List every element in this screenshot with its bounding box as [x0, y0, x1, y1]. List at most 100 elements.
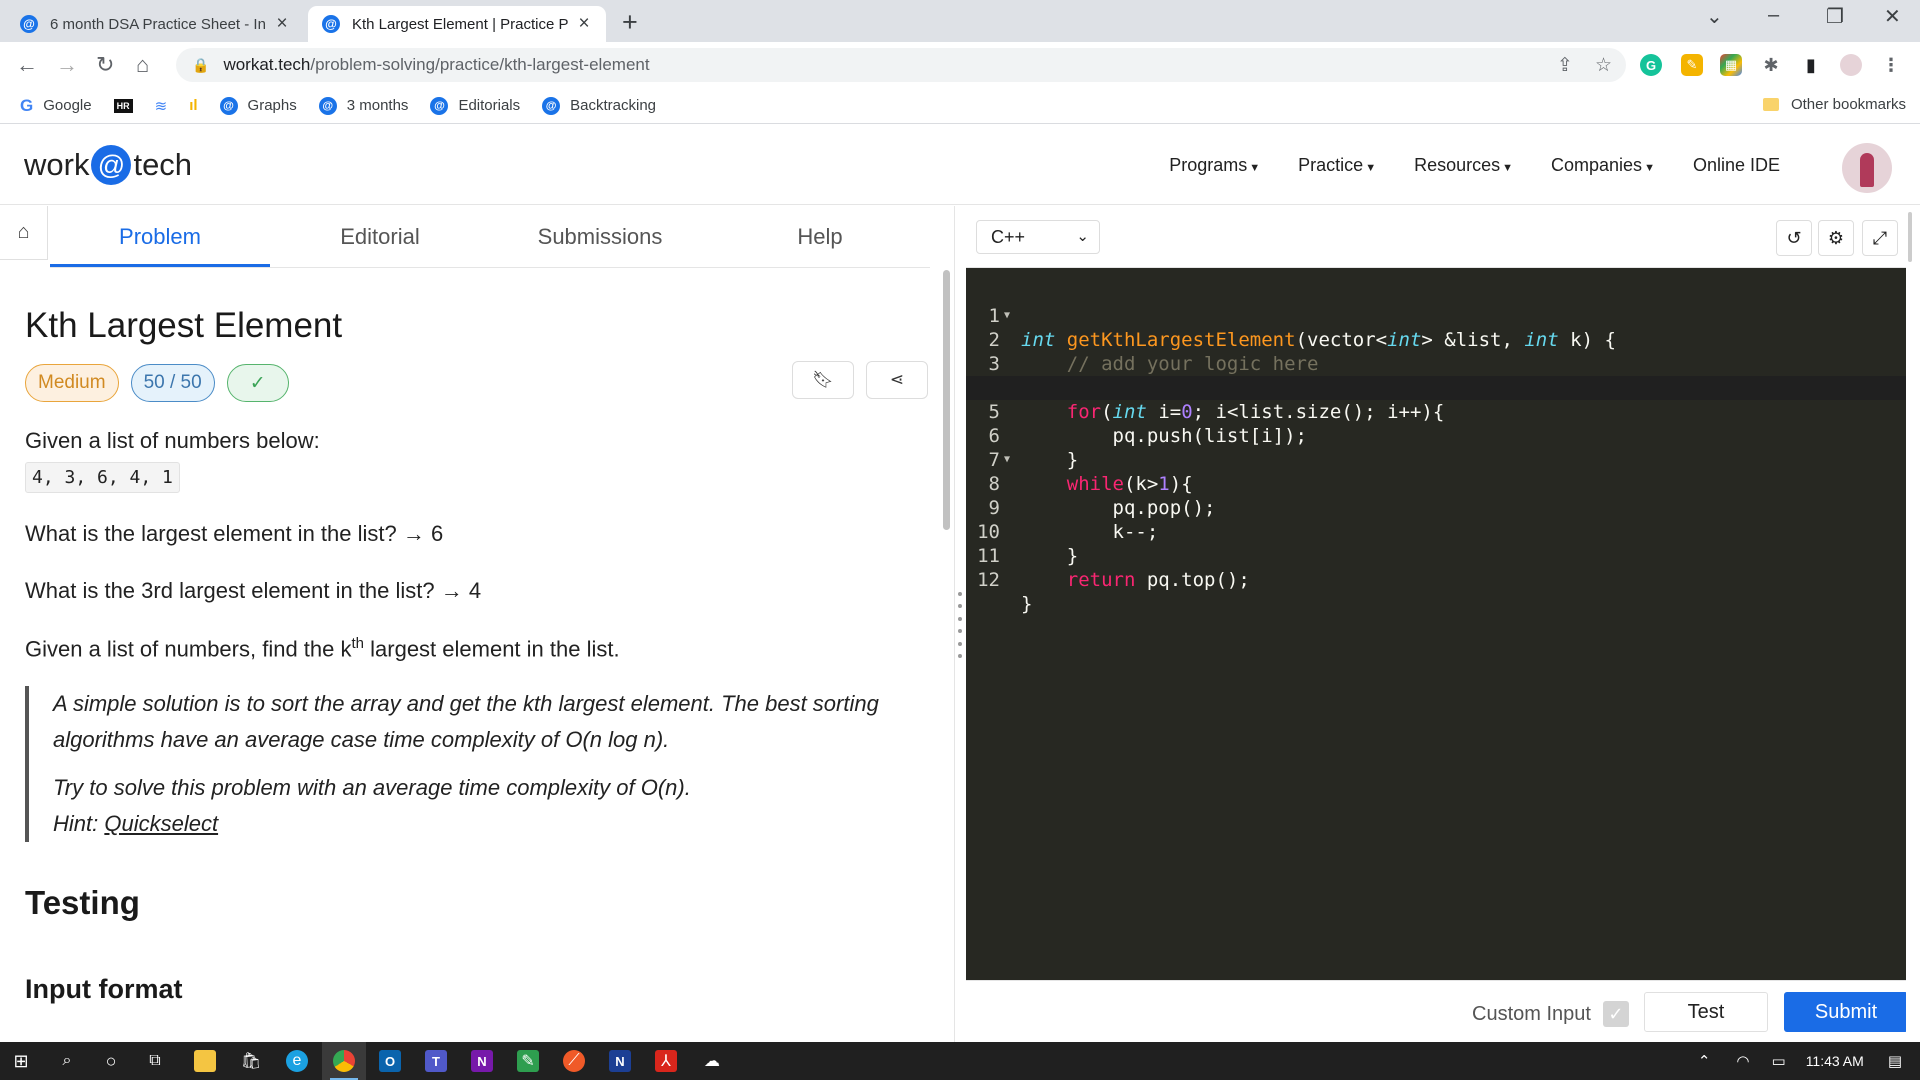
file-explorer-icon[interactable] — [194, 1050, 216, 1072]
bookmark-google[interactable]: G Google — [20, 96, 92, 116]
language-select[interactable]: C++ ⌄ — [976, 220, 1100, 254]
chrome-icon[interactable] — [333, 1050, 355, 1072]
other-bookmarks[interactable]: Other bookmarks — [1762, 96, 1906, 113]
close-icon[interactable]: × — [272, 13, 292, 35]
n-app-icon[interactable]: N — [609, 1050, 631, 1072]
tab-help[interactable]: Help — [710, 206, 930, 267]
tab-problem[interactable]: Problem — [50, 206, 270, 267]
problem-tabs: Problem Editorial Submissions Help — [50, 206, 930, 268]
edge-icon[interactable]: e — [286, 1050, 308, 1072]
score-badge: 50 / 50 — [130, 364, 215, 402]
close-icon[interactable]: × — [574, 13, 594, 35]
reset-code-icon[interactable]: ↺ — [1776, 220, 1812, 256]
bookmark-hackerrank[interactable]: HR — [113, 98, 133, 113]
reload-icon[interactable]: ↻ — [96, 52, 114, 78]
tab-editorial[interactable]: Editorial — [270, 206, 490, 267]
test-button[interactable]: Test — [1644, 992, 1768, 1032]
nav-companies[interactable]: Companies ▼ — [1551, 155, 1655, 176]
nav-programs[interactable]: Programs ▼ — [1169, 155, 1260, 176]
window-close-icon[interactable]: ✕ — [1884, 4, 1901, 29]
clock[interactable]: 11:43 AM — [1806, 1053, 1864, 1069]
workattech-favicon-icon: @ — [20, 15, 38, 33]
windows-start-icon[interactable]: ⊞ — [10, 1050, 32, 1072]
quickselect-link[interactable]: Quickselect — [104, 811, 218, 836]
nav-resources[interactable]: Resources ▼ — [1414, 155, 1513, 176]
browser-tab-strip: @ 6 month DSA Practice Sheet - Int × @ K… — [0, 0, 1920, 42]
code-line: 8 pq.pop(); — [988, 473, 1216, 519]
browser-menu-icon[interactable]: ⋮ — [1880, 54, 1902, 76]
bookmark-star-icon[interactable]: ☆ — [1595, 54, 1612, 77]
back-icon[interactable]: ← — [16, 52, 38, 78]
cortana-circle-icon[interactable]: ○ — [100, 1050, 122, 1072]
colorful-extension-icon[interactable]: ▦ — [1720, 54, 1742, 76]
code-editor[interactable]: 1 ▼ int getKthLargestElement(vector<int> … — [966, 268, 1906, 980]
site-logo[interactable]: work @ tech — [24, 145, 192, 185]
restore-icon[interactable]: ❐ — [1826, 4, 1844, 29]
new-tab-icon[interactable]: + — [622, 7, 638, 38]
google-icon: G — [20, 95, 34, 115]
onenote-icon[interactable]: N — [471, 1050, 493, 1072]
forward-icon[interactable]: → — [56, 52, 78, 78]
chevron-up-icon[interactable]: ⌃ — [1698, 1052, 1711, 1070]
side-panel-icon[interactable]: ▮ — [1800, 54, 1822, 76]
teams-icon[interactable]: T — [425, 1050, 447, 1072]
store-icon[interactable]: 🛍︎ — [240, 1050, 262, 1072]
bookmark-graphs[interactable]: @ Graphs — [219, 96, 297, 115]
difficulty-badge: Medium — [25, 364, 119, 402]
minimize-icon[interactable]: – — [1768, 4, 1779, 27]
submit-button[interactable]: Submit — [1784, 992, 1908, 1032]
solved-check-icon: ✓ — [226, 364, 289, 402]
bookmarks-bar: G Google HR ≋ ıl @ Graphs @ 3 months @ E… — [0, 88, 1920, 124]
nav-online-ide[interactable]: Online IDE — [1693, 155, 1780, 176]
problem-panel: ⌂ Problem Editorial Submissions Help 🔖︎ … — [0, 206, 955, 1042]
home-icon[interactable]: ⌂ — [0, 206, 48, 260]
gear-icon[interactable]: ⚙ — [1818, 220, 1854, 256]
search-icon[interactable]: ⌕ — [56, 1050, 78, 1072]
system-tray: ⌃ ◠ ▭ 11:43 AM ▤ — [1698, 1042, 1920, 1080]
avatar[interactable] — [1842, 143, 1892, 193]
fullscreen-icon[interactable]: ⤢ — [1862, 220, 1898, 256]
browser-tab-kth-largest[interactable]: @ Kth Largest Element | Practice Pro × — [308, 6, 606, 42]
workattech-favicon-icon: @ — [219, 96, 238, 115]
hint-blockquote: A simple solution is to sort the array a… — [25, 686, 925, 843]
orange-app-icon[interactable]: ⟋ — [563, 1050, 585, 1072]
testing-heading: Testing — [25, 884, 140, 922]
tab-submissions[interactable]: Submissions — [490, 206, 710, 267]
notepad-green-icon[interactable]: ✎ — [517, 1050, 539, 1072]
wifi-icon[interactable]: ◠ — [1736, 1052, 1749, 1070]
site-nav: Programs ▼ Practice ▼ Resources ▼ Companies… — [1169, 155, 1780, 176]
extensions-puzzle-icon[interactable]: ✱ — [1760, 54, 1782, 76]
cloud-app-icon[interactable]: ☁ — [701, 1050, 723, 1072]
caret-down-icon: ▼ — [1249, 162, 1261, 174]
grammarly-extension-icon[interactable]: G — [1640, 54, 1662, 76]
highlighter-extension-icon[interactable]: ✎ — [1681, 54, 1703, 76]
home-icon[interactable]: ⌂ — [136, 52, 149, 78]
outlook-icon[interactable]: O — [379, 1050, 401, 1072]
bookmark-backtracking[interactable]: @ Backtracking — [542, 96, 656, 115]
share-page-icon[interactable]: ⇪ — [1557, 54, 1573, 77]
profile-avatar-icon[interactable] — [1840, 54, 1862, 76]
browser-toolbar: ← → ↻ ⌂ 🔒 workat.tech/problem-solving/pr… — [0, 42, 1920, 88]
problem-content: Kth Largest Element Medium 50 / 50 ✓ Giv… — [25, 306, 925, 1005]
bookmark-bars-site[interactable]: ıl — [189, 97, 197, 114]
tab-search-chevron-icon[interactable]: ⌄ — [1706, 4, 1723, 29]
nav-practice[interactable]: Practice ▼ — [1298, 155, 1376, 176]
code-line: 4▼ for(int i=0; i<list.size(); i++){ — [966, 352, 1906, 423]
acrobat-icon[interactable]: ⅄ — [655, 1050, 677, 1072]
task-view-icon[interactable]: ⧉ — [144, 1050, 166, 1072]
bookmark-editorials[interactable]: @ Editorials — [430, 96, 520, 115]
bookmark-3-months[interactable]: @ 3 months — [318, 96, 408, 115]
address-bar[interactable]: 🔒 workat.tech/problem-solving/practice/k… — [176, 48, 1626, 82]
notification-icon[interactable]: ▤ — [1888, 1052, 1902, 1070]
problem-scrollbar[interactable] — [943, 270, 950, 530]
custom-input-toggle[interactable]: Custom Input ✓ — [1472, 1001, 1629, 1027]
chevron-down-icon: ⌄ — [1076, 228, 1089, 245]
hint-line: Hint: Quickselect — [53, 811, 219, 837]
checkbox-icon[interactable]: ✓ — [1602, 1001, 1629, 1027]
page-scrollbar[interactable] — [1906, 206, 1914, 1066]
panel-resize-handle[interactable] — [958, 592, 962, 658]
battery-icon[interactable]: ▭ — [1772, 1052, 1786, 1070]
browser-tab-dsa-sheet[interactable]: @ 6 month DSA Practice Sheet - Int × — [6, 6, 304, 42]
bookmark-chart-site[interactable]: ≋ — [155, 97, 168, 115]
caret-down-icon: ▼ — [1644, 162, 1655, 174]
